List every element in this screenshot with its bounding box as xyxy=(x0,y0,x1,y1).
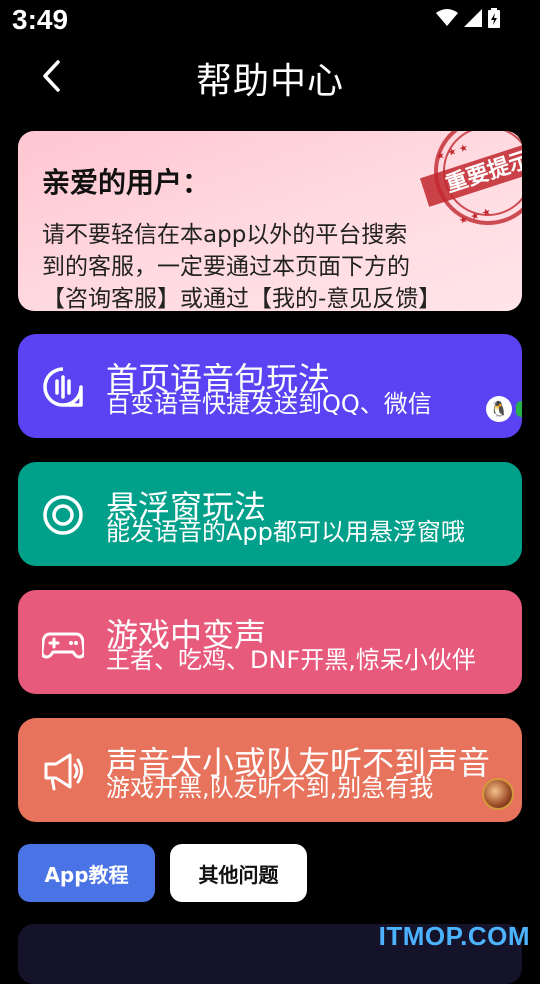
notice-line: 【咨询客服】或通过【我的-意见反馈】 xyxy=(42,286,442,311)
megaphone-icon xyxy=(44,753,83,791)
wifi-icon xyxy=(436,9,458,26)
feature-subtitle: 王者、吃鸡、DNF开黑,惊呆小伙伴 xyxy=(106,646,476,674)
status-time: 3:49 xyxy=(12,4,69,35)
notice-card: 亲爱的用户： 请不要轻信在本app以外的平台搜索 到的客服，一定要通过本页面下方… xyxy=(18,131,522,311)
feature-card-game-voice-changer[interactable]: 游戏中变声 王者、吃鸡、DNF开黑,惊呆小伙伴 xyxy=(18,590,522,694)
target-circle-icon xyxy=(43,495,83,535)
notice-greeting: 亲爱的用户： xyxy=(42,166,211,199)
signal-icon xyxy=(464,9,482,27)
notice-body: 请不要轻信在本app以外的平台搜索 到的客服，一定要通过本页面下方的 【咨询客服… xyxy=(42,219,502,311)
feature-subtitle: 百变语音快捷发送到QQ、微信 xyxy=(106,390,432,418)
page-title: 帮助中心 xyxy=(195,61,344,102)
feature-subtitle: 游戏开黑,队友听不到,别急有我 xyxy=(106,774,434,802)
battery-icon xyxy=(488,8,500,28)
voice-wave-icon xyxy=(43,367,83,407)
feature-card-voice-pack[interactable]: 首页语音包玩法 百变语音快捷发送到QQ、微信 🐧 xyxy=(18,334,522,438)
status-bar: 3:49 xyxy=(0,0,540,44)
watermark: ITMOP.COM xyxy=(378,921,530,951)
feature-card-floating-window[interactable]: 悬浮窗玩法 能发语音的App都可以用悬浮窗哦 xyxy=(18,462,522,566)
feature-subtitle: 能发语音的App都可以用悬浮窗哦 xyxy=(106,518,465,546)
header: 帮助中心 xyxy=(0,48,540,108)
important-notice-stamp: ★ ★ ★ ★ ★ ★ 重要提示 xyxy=(419,131,522,227)
tab-app-tutorial[interactable]: App教程 xyxy=(18,844,155,902)
status-icons xyxy=(436,8,500,28)
notice-line: 到的客服，一定要通过本页面下方的 xyxy=(42,254,410,280)
avatar xyxy=(482,778,514,810)
qq-icon: 🐧 xyxy=(486,396,512,422)
feature-card-volume-issue[interactable]: 声音太小或队友听不到声音 游戏开黑,队友听不到,别急有我 xyxy=(18,718,522,822)
tab-other-questions[interactable]: 其他问题 xyxy=(170,844,307,902)
wechat-icon xyxy=(516,401,522,417)
gamepad-icon xyxy=(42,632,84,659)
